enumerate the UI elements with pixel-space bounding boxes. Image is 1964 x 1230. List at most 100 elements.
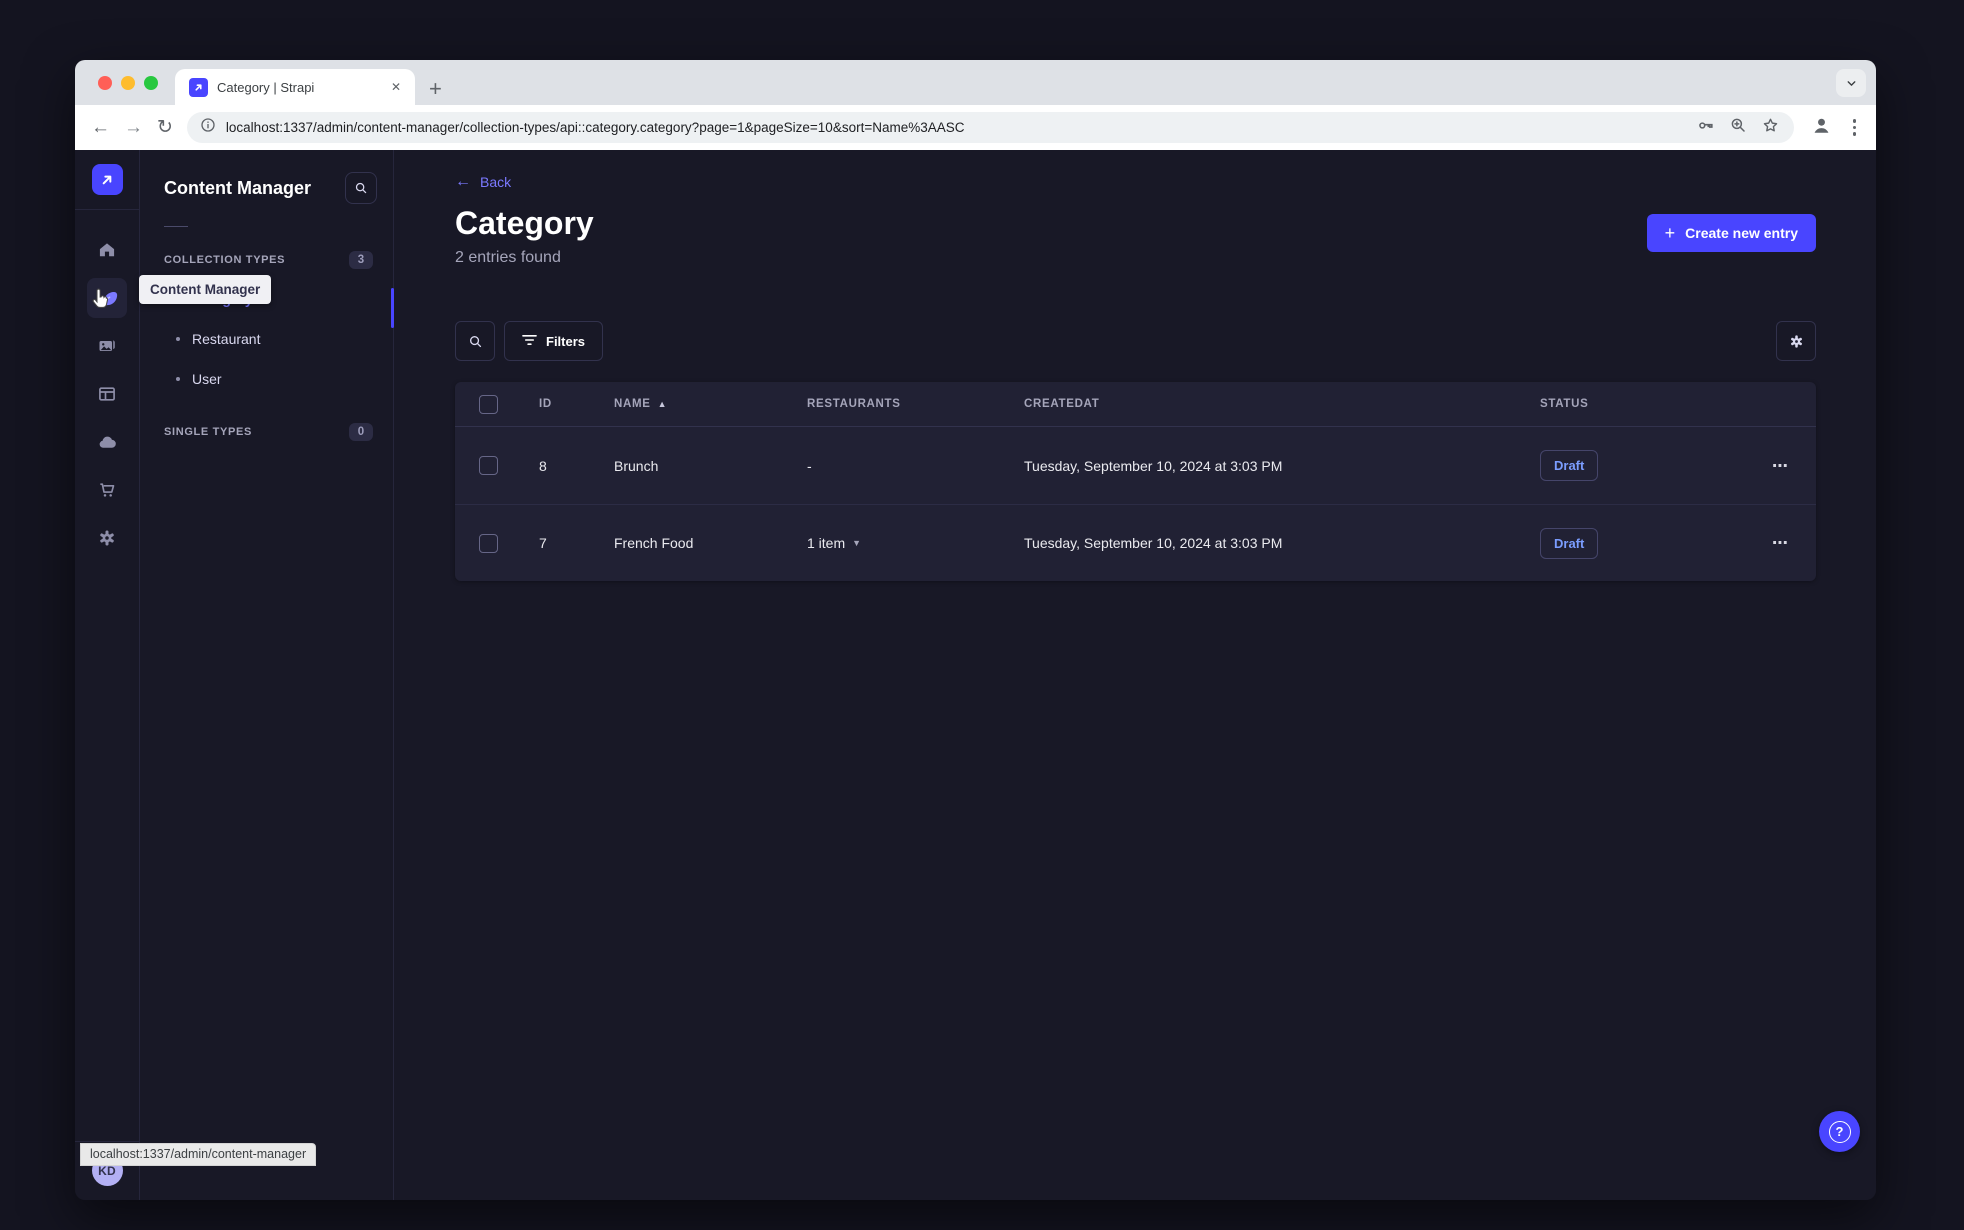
- single-types-label: SINGLE TYPES: [164, 426, 252, 438]
- bullet-icon: [176, 337, 180, 341]
- sort-asc-icon: ▲: [657, 399, 668, 410]
- filters-label: Filters: [546, 333, 586, 349]
- site-info-icon[interactable]: [200, 117, 216, 138]
- content-manager-tooltip: Content Manager: [139, 275, 272, 304]
- strapi-logo-icon[interactable]: [91, 164, 123, 195]
- table-header-row: ID NAME ▲ RESTAURANTS CREATEDAT STATUS: [455, 382, 1816, 428]
- filters-button[interactable]: Filters: [504, 321, 604, 362]
- strapi-favicon-icon: [189, 77, 208, 97]
- cell-restaurants: -: [807, 457, 812, 474]
- forward-button[interactable]: →: [124, 118, 143, 137]
- fullscreen-window-button[interactable]: [144, 76, 158, 90]
- cell-name: Brunch: [614, 457, 659, 474]
- select-all-checkbox[interactable]: [479, 394, 498, 414]
- collection-types-label: COLLECTION TYPES: [164, 254, 286, 266]
- cell-createdat: Tuesday, September 10, 2024 at 3:03 PM: [1024, 457, 1283, 474]
- column-header-restaurants[interactable]: RESTAURANTS: [807, 398, 1024, 410]
- sidebar-item-settings[interactable]: [87, 518, 127, 558]
- create-new-entry-label: Create new entry: [1685, 225, 1798, 241]
- gear-icon: [97, 528, 117, 548]
- back-link[interactable]: ← Back: [455, 173, 1816, 191]
- zoom-icon[interactable]: [1729, 116, 1747, 139]
- minimize-window-button[interactable]: [121, 76, 135, 90]
- view-settings-button[interactable]: [1776, 321, 1816, 362]
- cell-restaurants[interactable]: 1 item ▼: [807, 535, 1024, 551]
- reload-button[interactable]: ↻: [157, 118, 173, 137]
- browser-toolbar: ← → ↻ localhost:1337/admin/content-manag…: [75, 105, 1876, 150]
- close-window-button[interactable]: [98, 76, 112, 90]
- help-button[interactable]: ?: [1819, 1111, 1860, 1152]
- mouse-cursor-hand-icon: [89, 288, 110, 316]
- new-tab-button[interactable]: +: [429, 78, 442, 100]
- subnav-item-label: Restaurant: [192, 331, 261, 347]
- row-checkbox[interactable]: [479, 533, 498, 553]
- plus-icon: +: [1664, 223, 1676, 243]
- bookmark-star-icon[interactable]: [1761, 116, 1780, 140]
- bullet-icon: [176, 377, 180, 381]
- url-text[interactable]: localhost:1337/admin/content-manager/col…: [226, 120, 1686, 135]
- table-row[interactable]: 7 French Food 1 item ▼ Tuesday, September…: [455, 504, 1816, 581]
- subnav-item-label: User: [192, 371, 222, 387]
- table-search-button[interactable]: [455, 321, 495, 362]
- browser-tab-strip: Category | Strapi ✕ +: [75, 60, 1876, 105]
- expand-caret-icon: ▼: [852, 538, 862, 549]
- media-library-icon: [97, 336, 117, 356]
- subnav-item-restaurant[interactable]: Restaurant: [140, 319, 393, 359]
- sidebar-item-media-library[interactable]: [87, 326, 127, 366]
- collection-types-count-badge: 3: [349, 251, 373, 269]
- cell-name: French Food: [614, 535, 694, 552]
- subnav-divider: [164, 226, 188, 227]
- column-header-createdat[interactable]: CREATEDAT: [1024, 398, 1540, 410]
- main-content: ← Back Category 2 entries found + Create…: [394, 150, 1876, 1200]
- shopping-cart-icon: [97, 480, 117, 500]
- sidebar-item-cloud[interactable]: [87, 422, 127, 462]
- entries-table: ID NAME ▲ RESTAURANTS CREATEDAT STATUS 8 …: [455, 382, 1816, 582]
- column-header-status[interactable]: STATUS: [1540, 398, 1732, 410]
- sidebar-item-content-type-builder[interactable]: [87, 374, 127, 414]
- tab-title: Category | Strapi: [217, 79, 315, 95]
- password-key-icon[interactable]: [1696, 116, 1715, 140]
- subnav-search-button[interactable]: [345, 172, 377, 204]
- column-header-id[interactable]: ID: [539, 398, 614, 410]
- subnav-item-user[interactable]: User: [140, 359, 393, 399]
- logo-section: [75, 150, 139, 210]
- single-types-count-badge: 0: [349, 423, 373, 441]
- table-row[interactable]: 8 Brunch - Tuesday, September 10, 2024 a…: [455, 427, 1816, 504]
- row-actions-menu-icon[interactable]: ⋯: [1772, 533, 1816, 553]
- profile-icon[interactable]: [1810, 114, 1833, 142]
- row-checkbox[interactable]: [479, 456, 498, 476]
- content-manager-subnav: Content Manager COLLECTION TYPES 3 Categ…: [140, 150, 394, 1200]
- status-badge: Draft: [1540, 450, 1599, 482]
- create-new-entry-button[interactable]: + Create new entry: [1646, 214, 1816, 252]
- tab-search-chevron-button[interactable]: [1836, 69, 1866, 97]
- window-controls: [98, 76, 158, 90]
- sidebar-item-marketplace[interactable]: [87, 470, 127, 510]
- cell-id: 7: [539, 535, 547, 552]
- cloud-icon: [97, 432, 118, 453]
- entries-count: 2 entries found: [455, 249, 561, 267]
- sidebar-item-home[interactable]: [87, 230, 127, 270]
- desktop: { "browser": { "tab": { "title": "Catego…: [0, 0, 1964, 1230]
- content-type-builder-icon: [97, 384, 117, 404]
- row-actions-menu-icon[interactable]: ⋯: [1772, 456, 1816, 476]
- cell-createdat: Tuesday, September 10, 2024 at 3:03 PM: [1024, 535, 1283, 552]
- browser-tab[interactable]: Category | Strapi ✕: [175, 69, 415, 105]
- strapi-admin: KD Content Manager COLLECTION TYPES 3 Ca…: [75, 150, 1876, 1200]
- filter-icon: [522, 334, 537, 349]
- chrome-controls: [1808, 114, 1861, 142]
- back-arrow-icon: ←: [455, 173, 471, 190]
- back-label: Back: [480, 174, 512, 190]
- url-action-icons: [1696, 116, 1788, 140]
- browser-window: Category | Strapi ✕ + ← → ↻ localhost:13…: [75, 60, 1876, 1200]
- home-icon: [97, 240, 117, 260]
- tab-close-icon[interactable]: ✕: [387, 78, 405, 96]
- browser-menu-icon[interactable]: [1849, 119, 1861, 136]
- status-badge: Draft: [1540, 527, 1599, 559]
- address-bar[interactable]: localhost:1337/admin/content-manager/col…: [186, 112, 1794, 143]
- subnav-title: Content Manager: [164, 177, 312, 198]
- question-mark-icon: ?: [1828, 1120, 1851, 1143]
- back-button[interactable]: ←: [91, 118, 110, 137]
- cell-id: 8: [539, 457, 547, 474]
- browser-status-link: localhost:1337/admin/content-manager: [80, 1143, 317, 1166]
- column-header-name[interactable]: NAME ▲: [614, 398, 807, 410]
